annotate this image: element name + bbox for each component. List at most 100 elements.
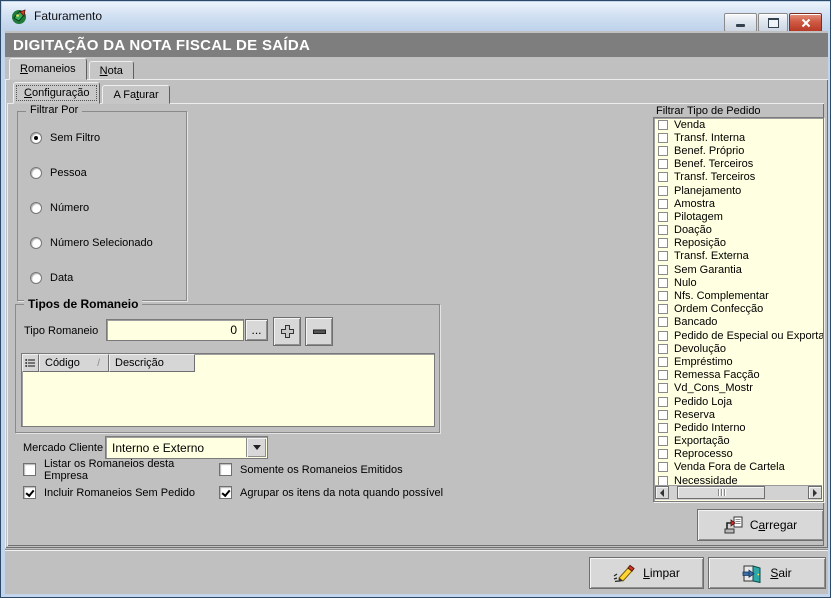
checkbox-icon[interactable] — [658, 370, 668, 380]
mercado-cliente-label: Mercado Cliente — [23, 442, 103, 454]
checkbox-icon[interactable] — [23, 463, 36, 476]
remove-button[interactable] — [305, 317, 333, 346]
checkbox-icon[interactable] — [658, 172, 668, 182]
checkbox-icon[interactable] — [658, 120, 668, 130]
checkbox-icon[interactable] — [658, 357, 668, 367]
checkbox-icon[interactable] — [658, 225, 668, 235]
lookup-ellipsis-button[interactable]: ... — [245, 319, 268, 341]
radio-icon[interactable] — [30, 132, 42, 144]
type-filter-list[interactable]: Venda Transf. Interna Benef. Próprio Ben… — [653, 117, 824, 502]
type-filter-item[interactable]: Nulo — [654, 276, 823, 289]
sair-button[interactable]: Sair — [708, 557, 826, 589]
checkbox-icon[interactable] — [658, 317, 668, 327]
mercado-cliente-combo[interactable]: Interno e Externo — [105, 436, 268, 459]
checkbox-icon[interactable] — [658, 383, 668, 393]
type-filter-item[interactable]: Bancado — [654, 316, 823, 329]
type-filter-item[interactable]: Empréstimo — [654, 355, 823, 368]
type-filter-item[interactable]: Reserva — [654, 408, 823, 421]
checkbox-icon[interactable] — [658, 397, 668, 407]
type-filter-item[interactable]: Transf. Externa — [654, 250, 823, 263]
main-tab[interactable]: Nota — [89, 61, 134, 80]
checkbox-icon[interactable] — [658, 159, 668, 169]
option-checkbox[interactable]: Agrupar os itens da nota quando possível — [219, 486, 443, 499]
checkbox-icon[interactable] — [658, 344, 668, 354]
type-filter-item[interactable]: Venda — [654, 118, 823, 131]
grid-column-descricao[interactable]: Descrição — [109, 354, 195, 372]
option-checkbox[interactable]: Listar os Romaneios desta Empresa — [23, 463, 219, 476]
filter-radio-option[interactable]: Número Selecionado — [30, 237, 153, 249]
type-filter-item[interactable]: Transf. Terceiros — [654, 171, 823, 184]
type-filter-item[interactable]: Reprocesso — [654, 448, 823, 461]
checkbox-icon[interactable] — [658, 212, 668, 222]
type-filter-item[interactable]: Vd_Cons_Mostr — [654, 382, 823, 395]
limpar-button[interactable]: Limpar — [589, 557, 704, 589]
filter-radio-option[interactable]: Número — [30, 202, 153, 214]
grid-column-codigo[interactable]: Código / — [39, 354, 109, 372]
filter-radio-option[interactable]: Data — [30, 272, 153, 284]
radio-icon[interactable] — [30, 202, 42, 214]
type-filter-item[interactable]: Amostra — [654, 197, 823, 210]
title-bar[interactable]: Faturamento — [2, 2, 831, 31]
type-filter-item[interactable]: Reposição — [654, 237, 823, 250]
type-filter-item[interactable]: Doação — [654, 224, 823, 237]
checkbox-icon[interactable] — [658, 278, 668, 288]
checkbox-icon[interactable] — [658, 436, 668, 446]
type-filter-item[interactable]: Ordem Confecção — [654, 303, 823, 316]
type-filter-item[interactable]: Venda Fora de Cartela — [654, 461, 823, 474]
radio-icon[interactable] — [30, 167, 42, 179]
checkbox-icon[interactable] — [23, 486, 36, 499]
option-checkbox[interactable]: Incluir Romaneios Sem Pedido — [23, 486, 219, 499]
checkbox-icon[interactable] — [658, 331, 668, 341]
checkbox-icon[interactable] — [658, 449, 668, 459]
arrow-right-icon — [813, 489, 821, 497]
checkbox-icon[interactable] — [658, 146, 668, 156]
type-filter-item[interactable]: Benef. Terceiros — [654, 158, 823, 171]
checkbox-icon[interactable] — [658, 423, 668, 433]
checkbox-icon[interactable] — [658, 133, 668, 143]
checkbox-icon[interactable] — [658, 304, 668, 314]
horizontal-scrollbar[interactable] — [655, 485, 822, 500]
filter-by-title: Filtrar Por — [26, 104, 82, 116]
type-filter-item[interactable]: Transf. Interna — [654, 131, 823, 144]
grid-corner-button[interactable] — [22, 354, 39, 372]
option-checkbox[interactable]: Somente os Romaneios Emitidos — [219, 463, 443, 476]
type-filter-item[interactable]: Sem Garantia — [654, 263, 823, 276]
checkbox-icon[interactable] — [219, 486, 232, 499]
checkbox-icon[interactable] — [658, 410, 668, 420]
close-button[interactable] — [789, 13, 822, 32]
type-filter-item[interactable]: Devolução — [654, 342, 823, 355]
type-filter-item[interactable]: Pilotagem — [654, 210, 823, 223]
add-button[interactable] — [273, 317, 301, 346]
sub-tab[interactable]: A Faturar — [102, 85, 169, 104]
minimize-button[interactable] — [724, 13, 757, 32]
type-filter-item[interactable]: Pedido Loja — [654, 395, 823, 408]
scroll-right-button[interactable] — [808, 486, 822, 499]
scrollbar-thumb[interactable] — [677, 486, 765, 499]
main-tab[interactable]: Romaneios — [9, 58, 87, 80]
scroll-left-button[interactable] — [655, 486, 669, 499]
filter-radio-option[interactable]: Sem Filtro — [30, 132, 153, 144]
carregar-button[interactable]: Carregar — [697, 509, 824, 541]
tipo-romaneio-field[interactable]: 0 — [106, 319, 244, 341]
maximize-button[interactable] — [758, 13, 788, 32]
checkbox-icon[interactable] — [658, 199, 668, 209]
type-filter-item[interactable]: Remessa Facção — [654, 369, 823, 382]
radio-icon[interactable] — [30, 272, 42, 284]
radio-icon[interactable] — [30, 237, 42, 249]
type-filter-item[interactable]: Pedido Interno — [654, 421, 823, 434]
checkbox-icon[interactable] — [658, 265, 668, 275]
checkbox-icon[interactable] — [658, 291, 668, 301]
filter-radio-option[interactable]: Pessoa — [30, 167, 153, 179]
checkbox-icon[interactable] — [219, 463, 232, 476]
type-filter-item[interactable]: Nfs. Complementar — [654, 289, 823, 302]
type-filter-item[interactable]: Pedido de Especial ou Exporta — [654, 329, 823, 342]
type-filter-item[interactable]: Benef. Próprio — [654, 144, 823, 157]
sub-tab[interactable]: Configuração — [13, 82, 100, 104]
checkbox-icon[interactable] — [658, 186, 668, 196]
checkbox-icon[interactable] — [658, 462, 668, 472]
type-filter-item[interactable]: Planejamento — [654, 184, 823, 197]
checkbox-icon[interactable] — [658, 238, 668, 248]
checkbox-icon[interactable] — [658, 251, 668, 261]
combo-dropdown-button[interactable] — [246, 438, 266, 457]
type-filter-item[interactable]: Exportação — [654, 435, 823, 448]
